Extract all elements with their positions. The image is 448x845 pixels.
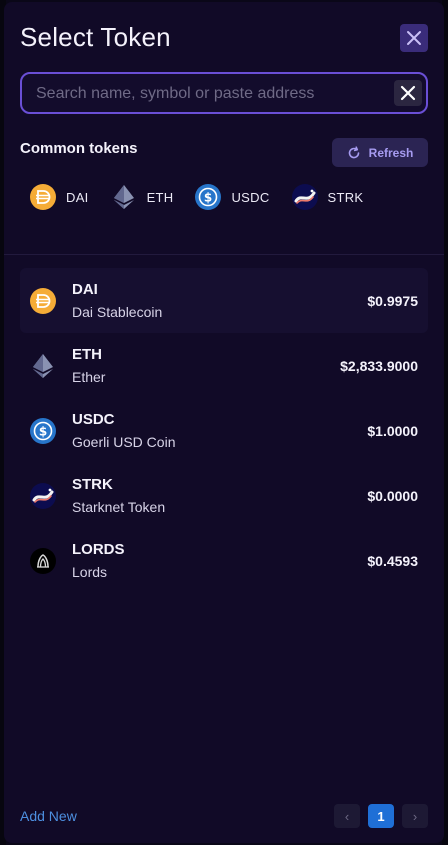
- token-price: $0.0000: [367, 487, 418, 504]
- svg-text:$: $: [39, 424, 47, 438]
- token-symbol: STRK: [72, 476, 113, 493]
- common-tokens-label: Common tokens: [20, 140, 138, 157]
- lords-icon: [30, 547, 56, 574]
- token-name: Ether: [72, 369, 106, 385]
- prev-page-button[interactable]: ‹: [334, 804, 360, 828]
- token-price: $2,833.9000: [340, 357, 418, 374]
- page-button-current[interactable]: 1: [368, 804, 394, 828]
- chip-label: ETH: [146, 189, 174, 205]
- token-row-eth[interactable]: ETH Ether $2,833.9000: [20, 333, 428, 398]
- refresh-label: Refresh: [368, 145, 414, 160]
- token-row-dai[interactable]: DAI Dai Stablecoin $0.9975: [20, 268, 428, 333]
- search-box: [20, 72, 428, 114]
- token-price: $0.4593: [367, 552, 418, 569]
- token-row-usdc[interactable]: $ USDC Goerli USD Coin $1.0000: [20, 398, 428, 463]
- strk-icon: [30, 482, 56, 509]
- select-token-modal: Select Token Common tokens Refresh DA: [4, 2, 444, 843]
- dai-icon: [30, 184, 56, 210]
- refresh-button[interactable]: Refresh: [332, 138, 428, 167]
- token-symbol: USDC: [72, 411, 115, 428]
- token-price: $1.0000: [367, 422, 418, 439]
- chip-dai[interactable]: DAI: [30, 184, 89, 210]
- clear-search-button[interactable]: [394, 80, 422, 106]
- token-symbol: DAI: [72, 281, 98, 298]
- close-icon: [400, 85, 416, 101]
- token-list: DAI Dai Stablecoin $0.9975 ETH Ether $2,…: [20, 268, 428, 593]
- close-button[interactable]: [400, 24, 428, 52]
- token-row-strk[interactable]: STRK Starknet Token $0.0000: [20, 463, 428, 528]
- next-page-button[interactable]: ›: [402, 804, 428, 828]
- usdc-icon: $: [30, 417, 56, 444]
- divider: [4, 254, 444, 255]
- token-name: Dai Stablecoin: [72, 304, 163, 320]
- dai-icon: [30, 287, 56, 314]
- chip-strk[interactable]: STRK: [291, 184, 364, 210]
- token-name: Lords: [72, 564, 108, 580]
- token-price: $0.9975: [367, 292, 418, 309]
- eth-icon: [113, 185, 134, 209]
- usdc-icon: $: [195, 184, 222, 210]
- token-symbol: ETH: [72, 346, 102, 363]
- token-symbol: LORDS: [72, 541, 125, 558]
- refresh-icon: [348, 145, 359, 158]
- strk-icon: [291, 184, 318, 210]
- chip-label: STRK: [327, 189, 364, 205]
- chip-eth[interactable]: ETH: [111, 184, 174, 210]
- token-row-lords[interactable]: LORDS Lords $0.4593: [20, 528, 428, 593]
- chip-label: USDC: [231, 189, 270, 205]
- add-new-link[interactable]: Add New: [20, 808, 77, 824]
- modal-title: Select Token: [20, 22, 171, 52]
- token-name: Goerli USD Coin: [72, 434, 176, 450]
- search-input[interactable]: [36, 83, 386, 105]
- chip-label: DAI: [66, 189, 89, 205]
- chip-usdc[interactable]: $ USDC: [195, 184, 269, 210]
- token-name: Starknet Token: [72, 499, 166, 515]
- svg-text:$: $: [204, 191, 212, 205]
- close-icon: [407, 31, 421, 45]
- pagination: ‹ 1 ›: [334, 804, 428, 828]
- common-token-chips: DAI ETH $ USDC STRK: [30, 184, 385, 210]
- eth-icon: [33, 353, 53, 378]
